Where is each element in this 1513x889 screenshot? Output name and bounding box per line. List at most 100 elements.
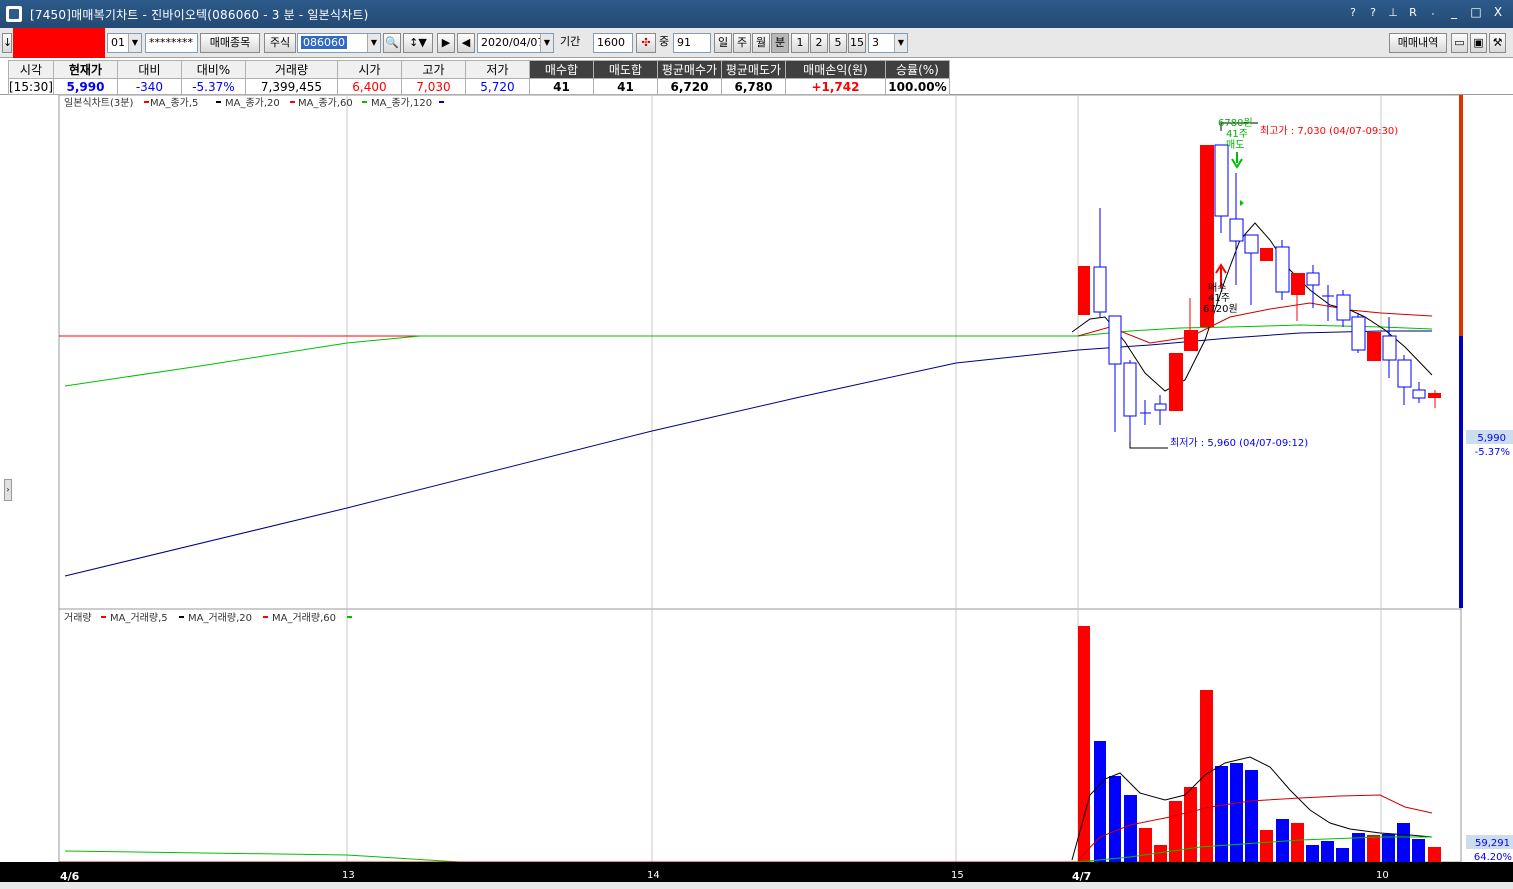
minute-2-button[interactable]: 2 — [810, 33, 828, 53]
count-input[interactable]: 91 — [673, 33, 711, 53]
period-label: 기간 — [560, 35, 581, 48]
candle — [1169, 353, 1183, 411]
chart-area[interactable]: 일본식차트(3분) MA_종가,5 MA_종가,20 MA_종가,60 MA_종… — [0, 95, 1513, 889]
volume-bar — [1428, 847, 1441, 862]
quote-sell-sum: 41 — [592, 78, 658, 95]
period-input[interactable]: 1600 — [593, 33, 633, 53]
minute-1-button[interactable]: 1 — [791, 33, 809, 53]
volume-bar — [1321, 841, 1334, 862]
candle — [1123, 362, 1137, 417]
trade-items-button[interactable]: 매매종목 — [200, 33, 260, 53]
close-button[interactable]: X — [1489, 4, 1507, 20]
minute-5-button[interactable]: 5 — [829, 33, 847, 53]
pin-icon[interactable]: ⊥ — [1385, 6, 1401, 19]
redacted-account — [13, 28, 105, 59]
volume-legend-ma60: MA_거래량,60 — [272, 612, 336, 624]
next-arrow-icon[interactable]: ▶ — [437, 33, 455, 53]
quote-avg-buy: 6,720 — [656, 78, 722, 95]
quote-header: 거래량 — [244, 60, 338, 79]
stock-type-button[interactable]: 주식 — [264, 33, 296, 53]
period-day-button[interactable]: 일 — [714, 33, 732, 53]
minute-select[interactable]: 3 ▼ — [868, 33, 908, 53]
candle — [1214, 144, 1229, 217]
x-axis-label: 13 — [342, 870, 355, 881]
account-select[interactable]: 01 ▼ — [107, 33, 142, 53]
price-legend-ma20: MA_종가,20 — [225, 97, 280, 109]
stock-code-input[interactable]: 086060 ▼ — [297, 33, 381, 53]
side-panel-toggle-icon[interactable]: › — [4, 479, 12, 501]
volume-bar — [1412, 839, 1425, 862]
volume-bar — [1367, 835, 1380, 862]
price-scale-down — [1459, 336, 1463, 608]
sell-annotation-label: 매도 — [1226, 139, 1244, 151]
x-axis-label: 4/7 — [1072, 870, 1091, 883]
quote-value-row: [15:30] 5,990 -340 -5.37% 7,399,455 6,40… — [8, 78, 950, 95]
date-picker[interactable]: 2020/04/07 ▼ — [477, 33, 554, 53]
chevron-down-icon: ▼ — [367, 34, 380, 52]
chevron-down-icon: ▼ — [128, 34, 141, 52]
candle — [1351, 316, 1366, 351]
volume-bar — [1230, 763, 1243, 862]
candle — [1306, 272, 1320, 286]
quote-avg-sell: 6,780 — [720, 78, 786, 95]
wrench-icon[interactable]: ⚒ — [1489, 33, 1506, 53]
legend-swatch — [439, 101, 444, 103]
volume-legend-title: 거래량 — [64, 612, 92, 624]
candle — [1291, 273, 1305, 295]
save-icon[interactable]: ▣ — [1470, 33, 1487, 53]
current-price-tag-text: 5,990 — [1477, 433, 1506, 444]
legend-swatch — [179, 616, 184, 618]
help-icon[interactable]: ? — [1345, 6, 1361, 19]
volume-bar — [1397, 823, 1410, 862]
search-icon[interactable]: 🔍 — [383, 33, 401, 53]
volume-bar — [1109, 776, 1121, 862]
period-week-button[interactable]: 주 — [733, 33, 751, 53]
settings-icon[interactable]: ✣ — [636, 33, 656, 53]
toolbar: ↓ 01 ▼ ******** 매매종목 주식 086060 ▼ 🔍 ↕▼ ▶ ◀ … — [0, 28, 1513, 58]
candle — [1078, 266, 1090, 315]
low-price-label: 최저가 : 5,960 (04/07-09:12) — [1170, 437, 1308, 449]
password-field[interactable]: ******** — [145, 33, 198, 53]
prev-arrow-icon[interactable]: ◀ — [457, 33, 475, 53]
period-minute-button[interactable]: 분 — [771, 33, 789, 53]
buy-annotation-qty: 41주 — [1208, 293, 1230, 304]
quote-panel: 시각 현재가 대비 대비% 거래량 시가 고가 저가 매수합 매도합 평균매수가… — [0, 58, 1513, 95]
legend-swatch — [144, 101, 149, 103]
quote-buy-sum: 41 — [528, 78, 594, 95]
quote-header: 시가 — [336, 60, 402, 79]
folder-icon[interactable]: ▭ — [1451, 33, 1468, 53]
minute-15-button[interactable]: 15 — [848, 33, 866, 53]
last-volume-tag-text: 59,291 — [1475, 838, 1510, 849]
quote-time: [15:30] — [8, 78, 54, 95]
x-axis-bar — [0, 862, 1513, 882]
volume-bar — [1306, 845, 1319, 862]
price-scale-up — [1459, 95, 1463, 336]
x-axis-label: 15 — [951, 870, 964, 881]
period-month-button[interactable]: 월 — [752, 33, 770, 53]
volume-bar — [1336, 848, 1349, 862]
quote-volume: 7,399,455 — [244, 78, 338, 95]
volume-bar — [1260, 830, 1273, 862]
volume-bar — [1124, 795, 1137, 862]
candle — [1428, 393, 1441, 398]
app-icon — [6, 6, 22, 22]
quote-low: 5,720 — [464, 78, 530, 95]
quote-open: 6,400 — [336, 78, 402, 95]
chart-svg[interactable]: 일본식차트(3분) MA_종가,5 MA_종가,20 MA_종가,60 MA_종… — [0, 95, 1513, 889]
high-price-label: 최고가 : 7,030 (04/07-09:30) — [1260, 125, 1398, 137]
quote-table: 시각 현재가 대비 대비% 거래량 시가 고가 저가 매수합 매도합 평균매수가… — [8, 60, 950, 95]
quote-header: 평균매수가 — [656, 60, 722, 79]
candle — [1244, 234, 1259, 254]
quote-high: 7,030 — [400, 78, 466, 95]
minimize-button[interactable]: _ — [1445, 4, 1463, 20]
collapse-arrow-icon[interactable]: ↓ — [2, 33, 12, 53]
sort-icon[interactable]: ↕▼ — [403, 33, 433, 53]
quote-header: 저가 — [464, 60, 530, 79]
candle — [1093, 266, 1107, 313]
legend-swatch — [347, 616, 352, 618]
question-icon[interactable]: ? — [1365, 6, 1381, 19]
refresh-icon[interactable]: R — [1405, 6, 1421, 19]
maximize-button[interactable]: □ — [1467, 4, 1485, 20]
menu-icon[interactable]: ⸳ — [1425, 5, 1441, 20]
trade-history-button[interactable]: 매매내역 — [1389, 33, 1447, 53]
